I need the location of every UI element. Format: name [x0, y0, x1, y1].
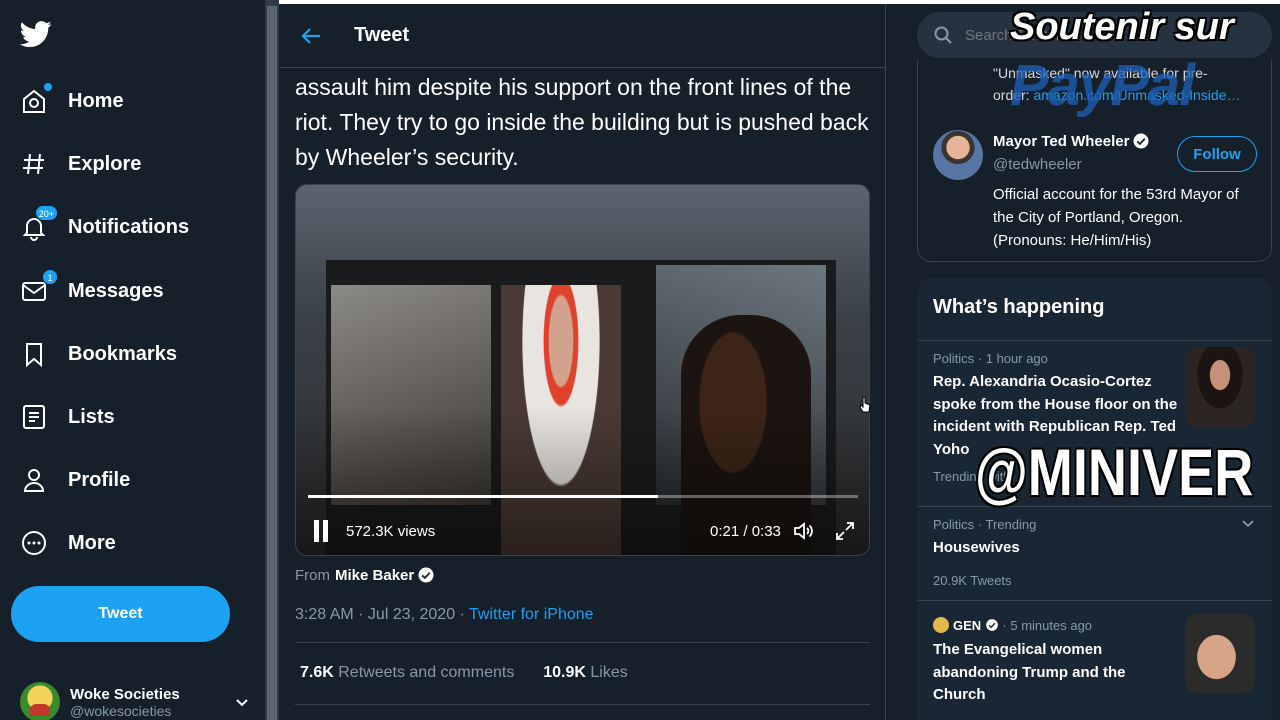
- video-player[interactable]: 572.3K views 0:21 / 0:33: [295, 184, 870, 556]
- user-avatar[interactable]: [933, 130, 983, 180]
- trend-title: The Evangelical women abandoning Trump a…: [933, 641, 1126, 703]
- mouse-cursor-icon: [859, 396, 871, 413]
- left-navigation: Home Explore 20+ Notifications 1 Message…: [0, 0, 265, 720]
- video-progress-fill: [308, 495, 658, 498]
- person-icon: [20, 466, 48, 494]
- trend-source: GEN: [953, 618, 982, 633]
- paypal-watermark: PayPal: [1010, 53, 1195, 118]
- verified-badge-icon: [418, 567, 434, 583]
- back-arrow-icon[interactable]: [300, 25, 322, 47]
- nav-profile[interactable]: Profile: [20, 460, 130, 500]
- nav-explore-label: Explore: [68, 152, 142, 175]
- video-controls: 572.3K views 0:21 / 0:33: [296, 513, 869, 549]
- trend-thumbnail: [1185, 613, 1255, 693]
- divider: [295, 704, 870, 705]
- nav-bookmarks[interactable]: Bookmarks: [20, 334, 177, 374]
- nav-messages[interactable]: 1 Messages: [20, 269, 164, 311]
- divider: [295, 642, 870, 643]
- from-author[interactable]: Mike Baker: [335, 567, 414, 584]
- nav-lists-label: Lists: [68, 405, 115, 428]
- retweets-label[interactable]: Retweets and comments: [338, 664, 514, 681]
- bell-icon: 20+: [20, 205, 58, 241]
- main-header: Tweet: [280, 4, 885, 68]
- likes-label[interactable]: Likes: [590, 664, 627, 681]
- chevron-down-icon: [236, 699, 248, 707]
- account-name: Woke Societies: [70, 685, 180, 703]
- video-shade: [296, 185, 869, 555]
- video-attribution: From Mike Baker: [295, 566, 435, 584]
- likes-count[interactable]: 10.9K: [543, 664, 586, 681]
- trend-item[interactable]: Politics · Trending Housewives 20.9K Twe…: [917, 506, 1272, 600]
- left-scrollbar[interactable]: [265, 0, 279, 720]
- account-switcher[interactable]: Woke Societies @wokesocieties: [20, 682, 250, 720]
- trend-subtitle: 20.9K Tweets: [933, 573, 1012, 588]
- bookmark-icon: [20, 340, 48, 368]
- from-prefix: From: [295, 566, 330, 584]
- video-progress-bar[interactable]: [308, 495, 858, 498]
- verified-badge-icon: [1133, 133, 1149, 149]
- messages-badge: 1: [42, 269, 58, 285]
- tweet-meta: 3:28 AM · Jul 23, 2020 · Twitter for iPh…: [295, 606, 594, 624]
- user-name-row: Mayor Ted Wheeler: [993, 132, 1150, 150]
- tweet-timestamp[interactable]: 3:28 AM · Jul 23, 2020 ·: [295, 606, 469, 623]
- nav-profile-label: Profile: [68, 468, 131, 491]
- miniver-watermark: @MINIVER: [975, 435, 1254, 509]
- search-icon: [934, 26, 952, 44]
- nav-lists[interactable]: Lists: [20, 397, 115, 437]
- home-icon: [20, 83, 52, 115]
- tweet-text: assault him despite his support on the f…: [295, 74, 869, 170]
- trend-item[interactable]: GEN · 5 minutes ago The Evangelical wome…: [917, 600, 1272, 720]
- retweets-count[interactable]: 7.6K: [300, 664, 334, 681]
- nav-notifications-label: Notifications: [68, 215, 190, 238]
- video-views: 572.3K views: [346, 522, 436, 540]
- list-icon: [20, 403, 48, 431]
- tweet-source[interactable]: Twitter for iPhone: [469, 606, 594, 623]
- nav-home[interactable]: Home: [20, 81, 124, 121]
- nav-explore[interactable]: Explore: [20, 144, 141, 184]
- home-notification-dot: [44, 83, 52, 91]
- page-title: Tweet: [354, 24, 410, 46]
- chevron-down-icon[interactable]: [1240, 515, 1256, 531]
- nav-notifications[interactable]: 20+ Notifications: [20, 205, 190, 247]
- whats-happening-title: What’s happening: [933, 296, 1105, 318]
- follow-button[interactable]: Follow: [1177, 136, 1257, 172]
- nav-home-label: Home: [68, 89, 124, 112]
- notifications-badge: 20+: [34, 205, 58, 221]
- twitter-bird-icon[interactable]: [20, 18, 52, 50]
- nav-messages-label: Messages: [68, 279, 164, 302]
- hashtag-icon: [20, 150, 48, 178]
- trend-time: · 5 minutes ago: [1002, 618, 1093, 633]
- gen-logo-icon: [933, 617, 949, 633]
- scrollbar-thumb[interactable]: [267, 6, 277, 720]
- trend-thumbnail: [1185, 347, 1255, 427]
- trend-context: Politics · Trending: [933, 517, 1037, 532]
- more-icon: [20, 529, 48, 557]
- account-handle: @wokesocieties: [70, 702, 172, 719]
- nav-bookmarks-label: Bookmarks: [68, 342, 177, 365]
- trend-context: GEN · 5 minutes ago: [933, 617, 1092, 633]
- nav-more-label: More: [68, 531, 116, 554]
- user-bio: Official account for the 53rd Mayor of t…: [993, 186, 1239, 249]
- main-column: Tweet assault him despite his support on…: [280, 4, 886, 720]
- account-avatar: [20, 682, 60, 720]
- envelope-icon: 1: [20, 269, 58, 305]
- trend-title: Housewives: [933, 539, 1020, 556]
- soutenir-watermark: Soutenir sur: [1010, 6, 1234, 48]
- fullscreen-icon[interactable]: [834, 520, 856, 542]
- tweet-stats: 7.6K Retweets and comments 10.9K Likes: [300, 664, 628, 682]
- pause-icon[interactable]: [312, 520, 330, 542]
- video-time: 0:21 / 0:33: [710, 522, 781, 540]
- user-handle: @tedwheeler: [993, 156, 1082, 173]
- volume-icon[interactable]: [792, 519, 816, 543]
- user-name[interactable]: Mayor Ted Wheeler: [993, 133, 1129, 150]
- tweet-button[interactable]: Tweet: [11, 586, 230, 642]
- trend-context: Politics · 1 hour ago: [933, 351, 1048, 366]
- verified-badge-icon: [985, 619, 998, 631]
- nav-more[interactable]: More: [20, 523, 116, 563]
